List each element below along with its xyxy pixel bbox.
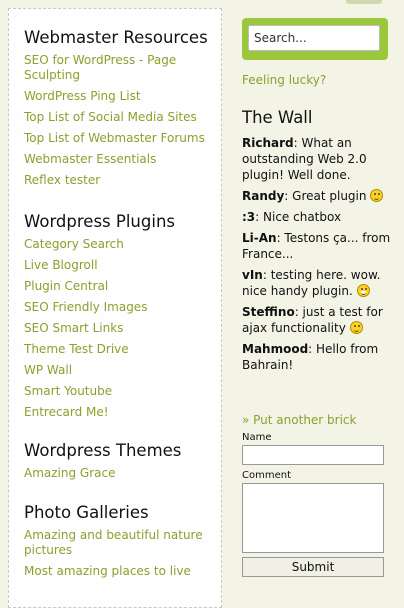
list-item[interactable]: Category Search [24, 237, 224, 252]
section-title: Wordpress Plugins [24, 212, 175, 231]
link[interactable]: Plugin Central [24, 279, 108, 293]
link[interactable]: SEO Smart Links [24, 321, 123, 335]
link[interactable]: SEO Friendly Images [24, 300, 147, 314]
list-item[interactable]: Entrecard Me! [24, 405, 224, 420]
photo-galleries-section: Photo Galleries Amazing and beautiful na… [24, 503, 224, 585]
link[interactable]: Smart Youtube [24, 384, 112, 398]
list-item[interactable]: Top List of Webmaster Forums [24, 131, 224, 146]
list-item[interactable]: WP Wall [24, 363, 224, 378]
wall-author: vIn [242, 268, 263, 282]
left-sidebar: Webmaster Resources SEO for WordPress - … [8, 8, 222, 608]
link[interactable]: Theme Test Drive [24, 342, 129, 356]
wall-entry: Randy: Great plugin [242, 188, 398, 204]
wall-author: :3 [242, 210, 256, 224]
link[interactable]: SEO for WordPress - Page Sculpting [24, 53, 176, 82]
list-item[interactable]: Live Blogroll [24, 258, 224, 273]
link[interactable]: Top List of Social Media Sites [24, 110, 197, 124]
wall-title: The Wall [242, 108, 313, 127]
webmaster-resources-section: Webmaster Resources SEO for WordPress - … [24, 28, 224, 194]
list-item[interactable]: Amazing Grace [24, 466, 224, 481]
right-sidebar: Feeling lucky? The Wall Richard: What an… [242, 0, 404, 585]
section-title: Wordpress Themes [24, 441, 182, 460]
wall-text: : Great plugin [284, 189, 367, 203]
list-item[interactable]: SEO Smart Links [24, 321, 224, 336]
link[interactable]: Live Blogroll [24, 258, 98, 272]
link[interactable]: Amazing Grace [24, 466, 116, 480]
wall-text: : Nice chatbox [255, 210, 342, 224]
name-field[interactable] [242, 445, 384, 465]
submit-button[interactable]: Submit [242, 557, 384, 577]
search-box [242, 18, 388, 60]
feeling-lucky-link[interactable]: Feeling lucky? [242, 73, 326, 87]
wordpress-themes-section: Wordpress Themes Amazing Grace [24, 441, 224, 487]
wall-author: Randy [242, 189, 285, 203]
wall-entry: Li-An: Testons ça... from France... [242, 230, 398, 262]
section-title: Photo Galleries [24, 503, 149, 522]
link[interactable]: WP Wall [24, 363, 72, 377]
link[interactable]: Most amazing places to live [24, 564, 191, 578]
smiley-icon [349, 321, 363, 334]
list-item[interactable]: Most amazing places to live [24, 564, 224, 579]
comment-field[interactable] [242, 483, 384, 553]
search-input[interactable] [248, 25, 380, 51]
wall-author: Li-An [242, 231, 277, 245]
link[interactable]: Amazing and beautiful nature pictures [24, 528, 203, 557]
section-title: Webmaster Resources [24, 28, 208, 47]
smiley-icon [356, 284, 370, 297]
list-item[interactable]: SEO Friendly Images [24, 300, 224, 315]
wordpress-plugins-section: Wordpress Plugins Category Search Live B… [24, 212, 224, 426]
list-item[interactable]: Theme Test Drive [24, 342, 224, 357]
name-label: Name [242, 432, 272, 443]
wall-entry: :3: Nice chatbox [242, 209, 398, 225]
list-item[interactable]: Smart Youtube [24, 384, 224, 399]
list-item[interactable]: Plugin Central [24, 279, 224, 294]
list-item[interactable]: Reflex tester [24, 173, 224, 188]
wall-entries: Richard: What an outstanding Web 2.0 plu… [242, 135, 398, 378]
link[interactable]: Entrecard Me! [24, 405, 109, 419]
comment-label: Comment [242, 470, 291, 481]
link[interactable]: Top List of Webmaster Forums [24, 131, 205, 145]
list-item[interactable]: WordPress Ping List [24, 89, 224, 104]
wall-author: Mahmood [242, 342, 309, 356]
link[interactable]: WordPress Ping List [24, 89, 141, 103]
wall-entry: Richard: What an outstanding Web 2.0 plu… [242, 135, 398, 183]
list-item[interactable]: SEO for WordPress - Page Sculpting [24, 53, 224, 83]
list-item[interactable]: Webmaster Essentials [24, 152, 224, 167]
smiley-icon [370, 189, 384, 202]
wall-author: Richard [242, 136, 294, 150]
wall-entry: Steffino: just a test for ajax functiona… [242, 304, 398, 336]
link[interactable]: Category Search [24, 237, 124, 251]
decorative-strip [346, 0, 382, 4]
list-item[interactable]: Top List of Social Media Sites [24, 110, 224, 125]
put-another-brick-link[interactable]: » Put another brick [242, 413, 356, 427]
wall-author: Steffino [242, 305, 295, 319]
link[interactable]: Reflex tester [24, 173, 100, 187]
wall-entry: Mahmood: Hello from Bahrain! [242, 341, 398, 373]
link[interactable]: Webmaster Essentials [24, 152, 156, 166]
wall-entry: vIn: testing here. wow. nice handy plugi… [242, 267, 398, 299]
list-item[interactable]: Amazing and beautiful nature pictures [24, 528, 224, 558]
